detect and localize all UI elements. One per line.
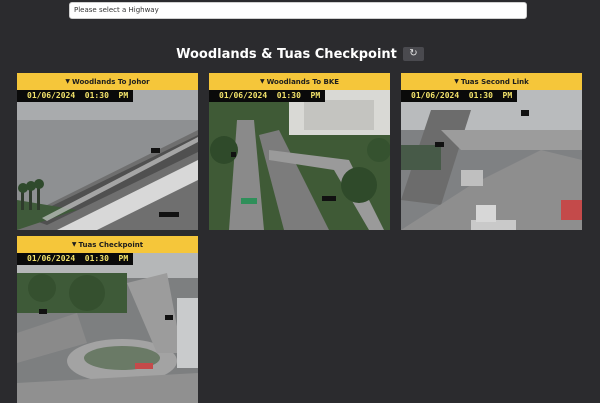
camera-timestamp: 01/06/2024 01:30 PM <box>17 253 133 265</box>
camera-scene <box>17 253 198 403</box>
page-header: Woodlands & Tuas Checkpoint ↻ <box>0 45 600 63</box>
highway-select-placeholder: Please select a Highway <box>74 6 159 14</box>
camera-timestamp: 01/06/2024 01:30 PM <box>401 90 517 102</box>
camera-card-tuas-second-link[interactable]: ▼ Tuas Second Link 01/06/2024 01:30 PM <box>401 73 582 230</box>
caret-down-icon: ▼ <box>454 78 459 85</box>
camera-scene <box>401 90 582 230</box>
page-title: Woodlands & Tuas Checkpoint <box>176 46 397 62</box>
camera-header[interactable]: ▼ Tuas Checkpoint <box>17 236 198 253</box>
camera-header[interactable]: ▼ Tuas Second Link <box>401 73 582 90</box>
camera-image[interactable]: 01/06/2024 01:30 PM <box>401 90 582 230</box>
refresh-button[interactable]: ↻ <box>402 47 424 61</box>
camera-name: Woodlands To Johor <box>72 77 150 86</box>
camera-scene <box>209 90 390 230</box>
camera-timestamp: 01/06/2024 01:30 PM <box>209 90 325 102</box>
camera-card-woodlands-to-bke[interactable]: ▼ Woodlands To BKE 01/06/2024 01:30 PM <box>209 73 390 230</box>
camera-card-tuas-checkpoint[interactable]: ▼ Tuas Checkpoint 01/06/2024 01:30 PM <box>17 236 198 403</box>
camera-card-woodlands-to-johor[interactable]: ▼ Woodlands To Johor 01/06/2024 01:30 PM <box>17 73 198 230</box>
caret-down-icon: ▼ <box>71 241 77 248</box>
camera-timestamp: 01/06/2024 01:30 PM <box>17 90 133 102</box>
caret-down-icon: ▼ <box>65 78 71 85</box>
camera-header[interactable]: ▼ Woodlands To BKE <box>209 73 390 90</box>
camera-header[interactable]: ▼ Woodlands To Johor <box>17 73 198 90</box>
highway-select[interactable]: Please select a Highway <box>69 2 527 19</box>
camera-image[interactable]: 01/06/2024 01:30 PM <box>209 90 390 230</box>
camera-name: Tuas Second Link <box>460 77 529 86</box>
camera-name: Woodlands To BKE <box>266 77 340 86</box>
camera-image[interactable]: 01/06/2024 01:30 PM <box>17 90 198 230</box>
camera-image[interactable]: 01/06/2024 01:30 PM <box>17 253 198 403</box>
refresh-icon: ↻ <box>409 48 418 59</box>
camera-name: Tuas Checkpoint <box>78 240 144 249</box>
caret-down-icon: ▼ <box>259 78 265 85</box>
camera-scene <box>17 90 198 230</box>
